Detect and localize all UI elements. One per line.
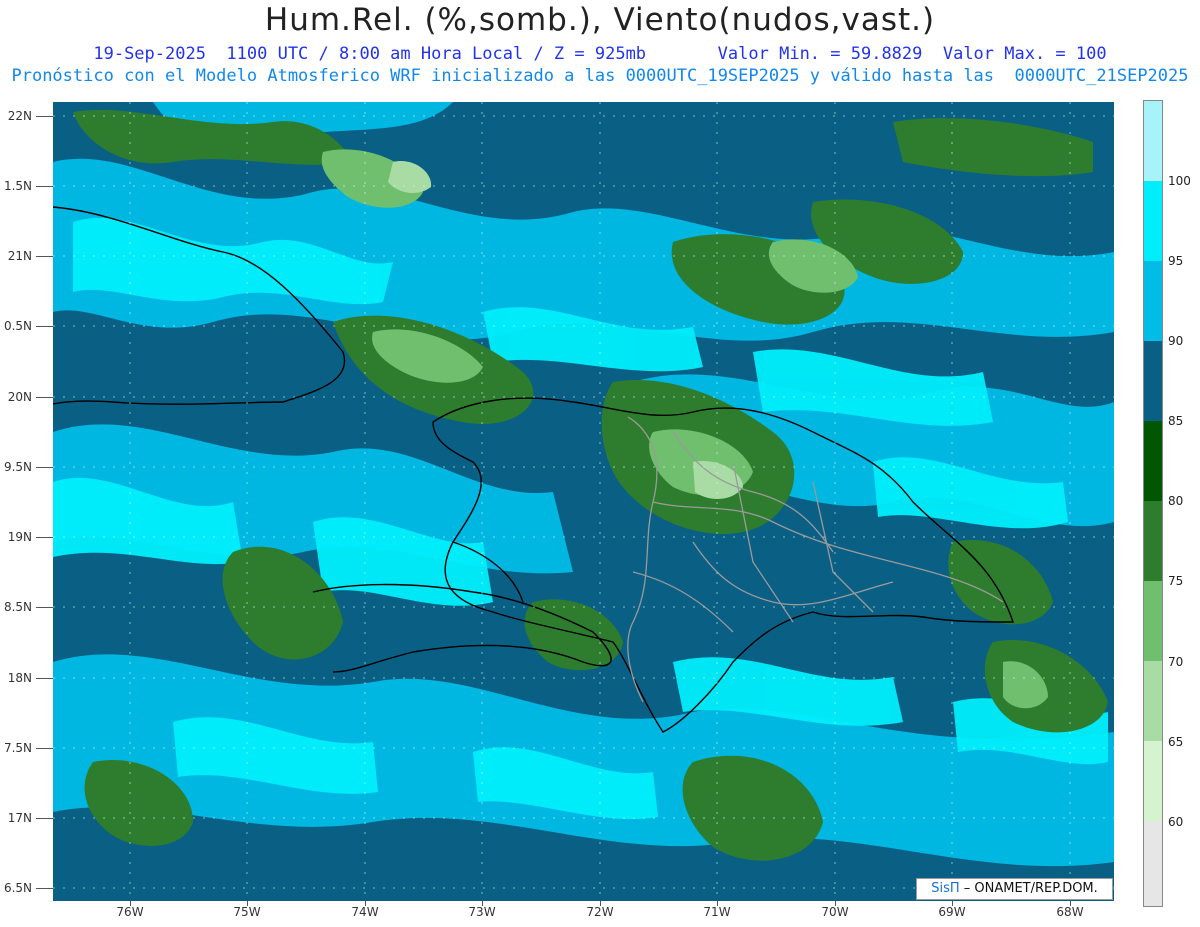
colorbar-label: 70 [1168,655,1184,669]
colorbar-segment [1144,741,1162,821]
lat-label: 8.5N [3,600,32,614]
colorbar-segment [1144,101,1162,181]
credit-text: – ONAMET/REP.DOM. [963,881,1098,896]
lat-label: 17N [7,811,32,825]
colorbar-label: 85 [1168,414,1184,428]
colorbar-label: 95 [1168,254,1184,268]
lon-label: 70W [821,905,849,919]
lat-label: 1.5N [3,179,32,193]
humidity-field [53,102,1114,901]
colorbar-label: 65 [1168,735,1184,749]
credit-label: SisΠ – ONAMET/REP.DOM. [916,878,1113,900]
colorbar-label: 90 [1168,334,1184,348]
colorbar-segment [1144,421,1162,501]
lat-label: 0.5N [3,319,32,333]
lat-label: 22N [7,109,32,123]
lon-label: 71W [703,905,731,919]
lon-label: 74W [351,905,379,919]
colorbar [1143,100,1163,907]
sispi-logo-text: SisΠ [931,881,960,896]
lat-label: 19N [7,530,32,544]
colorbar-segment [1144,181,1162,261]
humidity-map[interactable] [53,102,1114,901]
lat-label: 7.5N [3,741,32,755]
lon-label: 73W [468,905,496,919]
colorbar-segment [1144,341,1162,421]
lon-label: 68W [1056,905,1084,919]
colorbar-label: 75 [1168,574,1184,588]
lon-label: 75W [233,905,261,919]
subtitle-date-levels: 19-Sep-2025 1100 UTC / 8:00 am Hora Loca… [93,44,1107,64]
lon-label: 76W [116,905,144,919]
colorbar-segment [1144,501,1162,581]
colorbar-label: 100 [1168,174,1191,188]
colorbar-segment [1144,661,1162,741]
lat-label: 21N [7,249,32,263]
lon-label: 69W [938,905,966,919]
lat-label: 9.5N [3,460,32,474]
colorbar-segment [1144,581,1162,661]
colorbar-label: 80 [1168,494,1184,508]
lat-label: 6.5N [3,881,32,895]
lat-label: 18N [7,671,32,685]
colorbar-label: 60 [1168,815,1184,829]
colorbar-segment [1144,821,1162,906]
lat-label: 20N [7,390,32,404]
colorbar-segment [1144,261,1162,341]
chart-title: Hum.Rel. (%,somb.), Viento(nudos,vast.) [264,2,936,38]
subtitle-model-info: Pronóstico con el Modelo Atmosferico WRF… [11,66,1189,86]
lon-label: 72W [586,905,614,919]
